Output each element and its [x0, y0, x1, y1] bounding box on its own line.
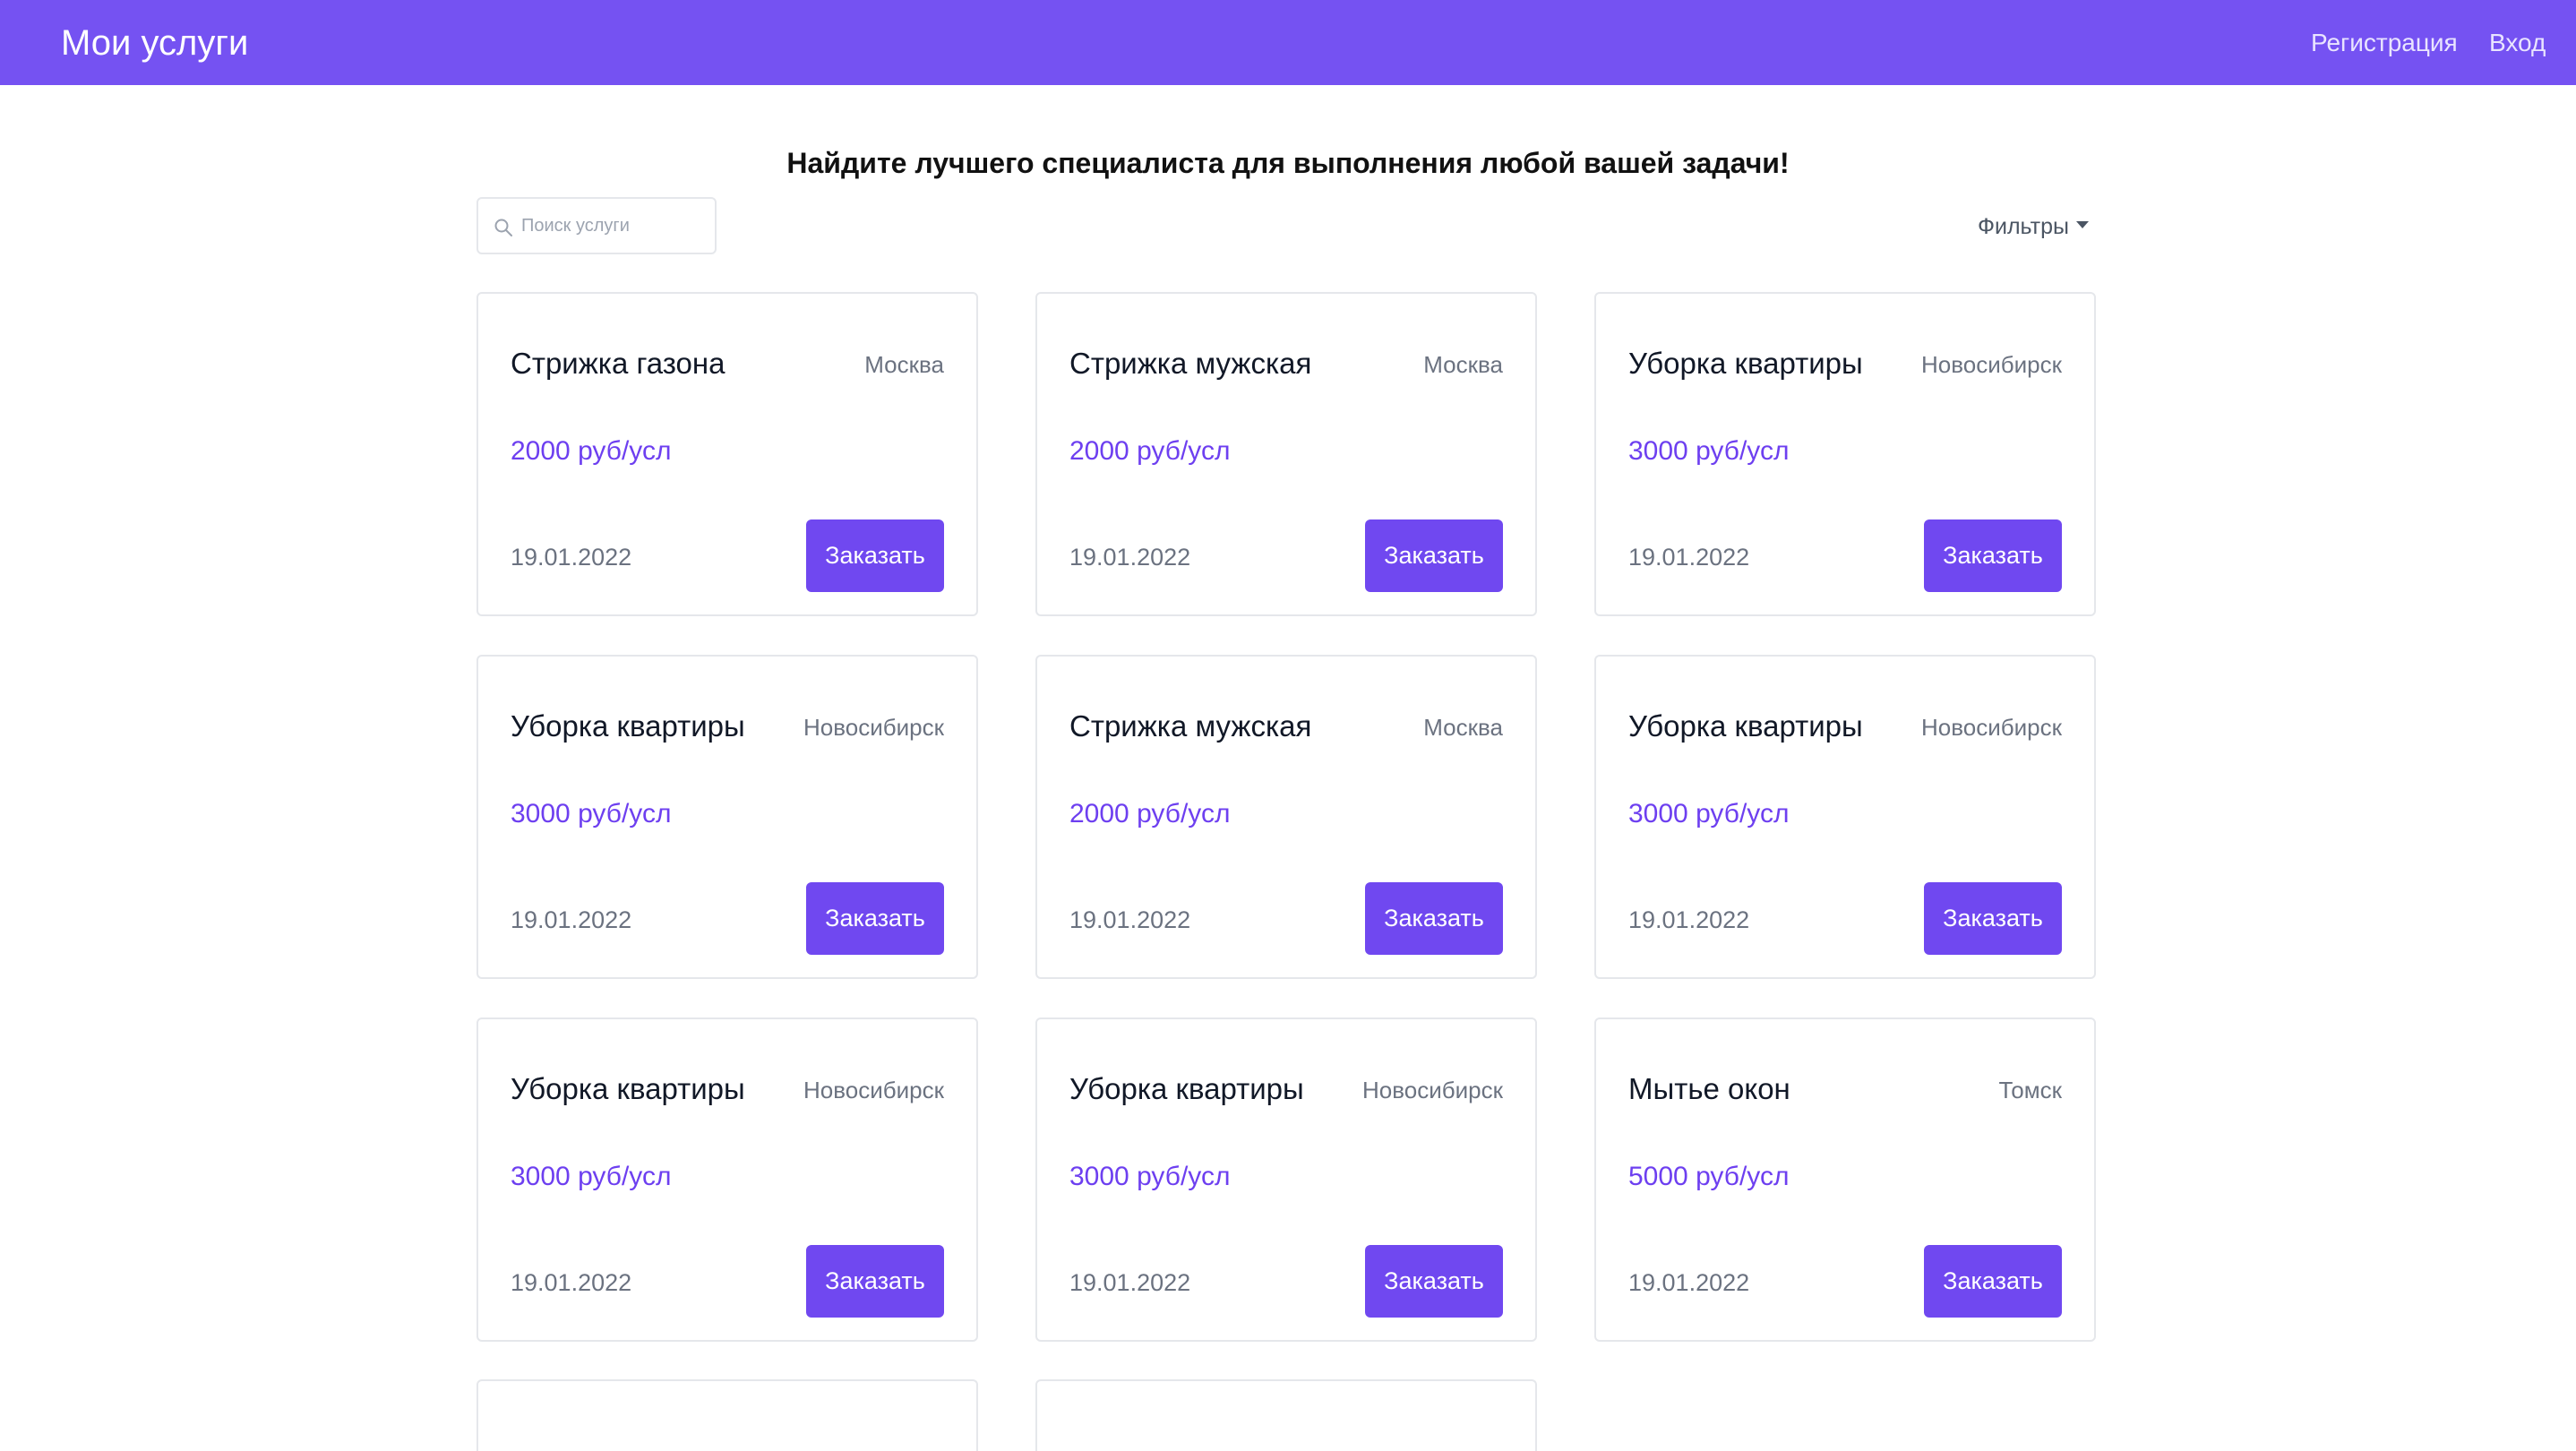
order-button[interactable]: Заказать [1365, 1245, 1503, 1318]
service-city: Новосибирск [1921, 351, 2062, 378]
service-date: 19.01.2022 [1069, 1269, 1191, 1296]
service-date: 19.01.2022 [1069, 906, 1191, 933]
service-title: Стрижка мужская [1069, 709, 1312, 743]
order-button[interactable]: Заказать [1924, 1245, 2062, 1318]
service-title: Стрижка газона [511, 347, 726, 380]
search-box[interactable] [477, 197, 717, 254]
service-city: Томск [1998, 1077, 2062, 1103]
service-card: Уборка квартиры Новосибирск 3000 руб/усл… [1594, 292, 2096, 616]
search-icon [494, 219, 512, 236]
service-price: 2000 руб/усл [511, 436, 672, 466]
service-price: 3000 руб/усл [1628, 799, 1790, 829]
page-headline: Найдите лучшего специалиста для выполнен… [786, 147, 1790, 179]
service-city: Москва [1423, 714, 1503, 741]
service-card: Уборка квартиры Новосибирск 3000 руб/усл… [477, 655, 978, 979]
service-card: Уборка квартиры Новосибирск 3000 руб/усл… [1594, 655, 2096, 979]
service-date: 19.01.2022 [511, 1269, 632, 1296]
service-card: Стрижка газона Москва 2000 руб/усл 19.01… [477, 292, 978, 616]
service-city: Москва [1423, 351, 1503, 378]
order-button[interactable]: Заказать [806, 519, 944, 592]
filters-dropdown[interactable]: Фильтры [1978, 211, 2089, 242]
service-title: Стрижка мужская [1069, 347, 1312, 380]
service-price: 5000 руб/усл [1628, 1162, 1790, 1191]
service-title: Уборка квартиры [511, 709, 745, 743]
service-city: Новосибирск [803, 1077, 944, 1103]
service-card-partial [1035, 1379, 1537, 1451]
service-title: Уборка квартиры [1628, 347, 1863, 380]
service-date: 19.01.2022 [511, 544, 632, 571]
filters-label: Фильтры [1978, 214, 2069, 239]
service-card: Уборка квартиры Новосибирск 3000 руб/усл… [477, 1017, 978, 1342]
service-city: Новосибирск [1362, 1077, 1503, 1103]
service-price: 2000 руб/усл [1069, 436, 1231, 466]
login-link[interactable]: Вход [2489, 26, 2546, 60]
service-title: Уборка квартиры [511, 1072, 745, 1105]
service-card: Уборка квартиры Новосибирск 3000 руб/усл… [1035, 1017, 1537, 1342]
service-price: 2000 руб/усл [1069, 799, 1231, 829]
order-button[interactable]: Заказать [806, 882, 944, 955]
order-button[interactable]: Заказать [806, 1245, 944, 1318]
service-date: 19.01.2022 [1628, 544, 1750, 571]
order-button[interactable]: Заказать [1924, 882, 2062, 955]
service-title: Уборка квартиры [1069, 1072, 1304, 1105]
service-date: 19.01.2022 [511, 906, 632, 933]
service-date: 19.01.2022 [1628, 1269, 1750, 1296]
service-price: 3000 руб/усл [1069, 1162, 1231, 1191]
service-price: 3000 руб/усл [1628, 436, 1790, 466]
service-title: Мытье окон [1628, 1072, 1790, 1105]
order-button[interactable]: Заказать [1924, 519, 2062, 592]
service-card-partial [477, 1379, 978, 1451]
service-title: Уборка квартиры [1628, 709, 1863, 743]
service-city: Новосибирск [1921, 714, 2062, 741]
service-price: 3000 руб/усл [511, 799, 672, 829]
service-card: Стрижка мужская Москва 2000 руб/усл 19.0… [1035, 655, 1537, 979]
search-input[interactable] [521, 199, 709, 253]
service-date: 19.01.2022 [1069, 544, 1191, 571]
service-city: Москва [864, 351, 944, 378]
service-city: Новосибирск [803, 714, 944, 741]
service-card: Стрижка мужская Москва 2000 руб/усл 19.0… [1035, 292, 1537, 616]
order-button[interactable]: Заказать [1365, 519, 1503, 592]
service-price: 3000 руб/усл [511, 1162, 672, 1191]
order-button[interactable]: Заказать [1365, 882, 1503, 955]
service-date: 19.01.2022 [1628, 906, 1750, 933]
top-navbar: Мои услуги Регистрация Вход [0, 0, 2576, 85]
service-card: Мытье окон Томск 5000 руб/усл 19.01.2022… [1594, 1017, 2096, 1342]
register-link[interactable]: Регистрация [2311, 26, 2458, 60]
brand-logo[interactable]: Мои услуги [61, 20, 248, 66]
caret-down-icon [2075, 221, 2089, 229]
